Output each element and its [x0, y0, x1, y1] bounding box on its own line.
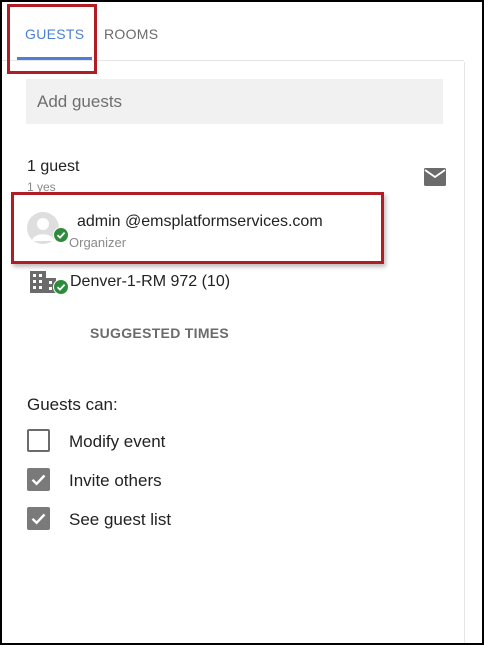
permission-label: Invite others: [69, 471, 162, 490]
checkbox-unchecked[interactable]: [27, 429, 50, 452]
permission-label: Modify event: [69, 432, 166, 451]
checkmark-icon: [31, 474, 46, 486]
room-name[interactable]: Denver-1-RM 972 (10): [70, 273, 230, 291]
permissions-heading: Guests can:: [27, 395, 118, 414]
add-guests-input[interactable]: [26, 79, 443, 124]
suggested-times-button[interactable]: SUGGESTED TIMES: [90, 325, 229, 341]
highlight-box-guests-tab: [7, 4, 97, 74]
check-circle-icon: [53, 227, 69, 243]
permission-label: See guest list: [69, 510, 172, 529]
mail-icon[interactable]: [424, 168, 446, 186]
check-circle-icon: [53, 279, 69, 295]
checkbox-checked[interactable]: [27, 507, 50, 530]
guest-role: Organizer: [69, 235, 127, 250]
guest-count: 1 guest: [27, 158, 80, 175]
guest-panel: GUESTS ROOMS 1 guest 1 yes admin @emspla…: [0, 0, 484, 645]
guest-email[interactable]: admin @emsplatformservices.com: [77, 213, 323, 231]
panel-divider: [464, 62, 465, 643]
checkbox-checked[interactable]: [27, 468, 50, 491]
tab-rooms[interactable]: ROOMS: [104, 26, 158, 42]
checkmark-icon: [31, 513, 46, 525]
